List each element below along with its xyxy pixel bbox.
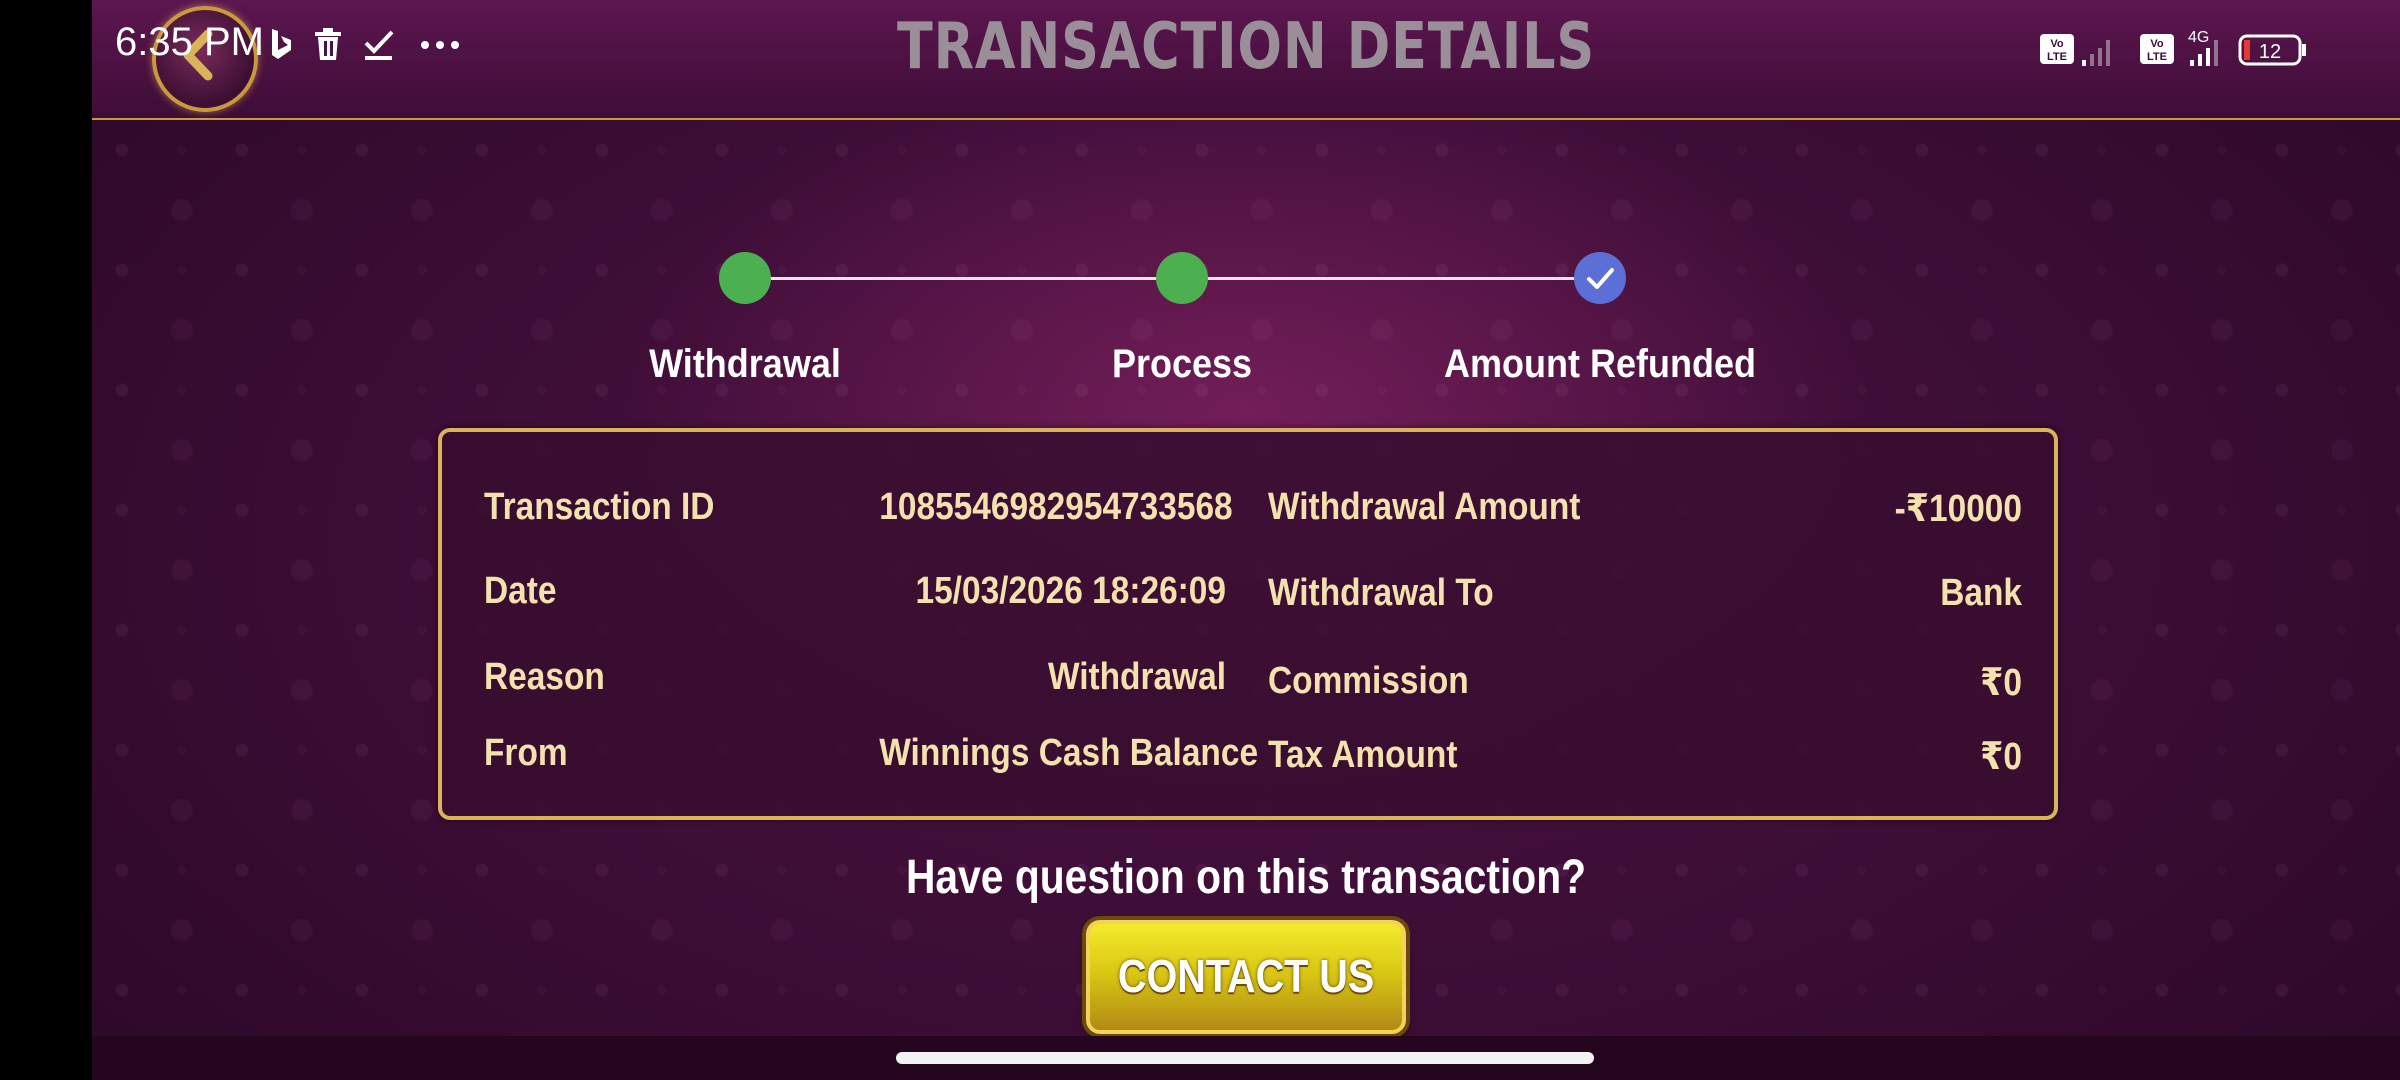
date-value: 15/03/2026 18:26:09 [915, 570, 1226, 612]
reason-value: Withdrawal [1047, 656, 1226, 698]
step-label: Process [1111, 342, 1253, 386]
check-icon [1587, 268, 1614, 289]
detail-label: Withdrawal To [1268, 572, 1494, 614]
commission-value: ₹0 [1980, 662, 2022, 704]
svg-text:12: 12 [2259, 41, 2281, 63]
status-bar: 6:35 PM Vo LTE Vo LTE 4G 12 [92, 0, 2400, 90]
help-question: Have question on this transaction? [905, 851, 1587, 904]
from-value: Winnings Cash Balance [879, 732, 1259, 774]
check-icon [364, 30, 394, 60]
signal-icon-1 [2082, 40, 2110, 66]
trash-icon [315, 28, 341, 60]
step-label: Withdrawal [649, 342, 841, 386]
detail-label: From [484, 732, 568, 774]
transaction-id-value: 1085546982954733568 [879, 486, 1233, 528]
detail-label: Commission [1268, 660, 1469, 702]
svg-text:LTE: LTE [2047, 51, 2067, 63]
status-time: 6:35 PM [115, 20, 264, 64]
app-screen: TRANSACTION DETAILS 6:35 PM Vo LTE Vo LT… [92, 0, 2400, 1080]
transaction-details-card: Transaction ID 1085546982954733568 Date … [438, 428, 2058, 820]
status-right-icons: Vo LTE Vo LTE 4G 12 [2040, 30, 2306, 66]
detail-label: Transaction ID [484, 486, 715, 528]
detail-label: Date [484, 570, 557, 612]
svg-text:LTE: LTE [2147, 51, 2167, 63]
battery-icon: 12 [2238, 34, 2306, 66]
detail-label: Tax Amount [1268, 734, 1458, 776]
detail-label: Withdrawal Amount [1268, 486, 1581, 528]
contact-us-label: CONTACT US [1117, 950, 1375, 1002]
step-label: Amount Refunded [1444, 342, 1756, 386]
svg-text:Vo: Vo [2050, 38, 2064, 50]
step-dot-withdrawal [719, 252, 771, 304]
progress-stepper: Withdrawal Process Amount Refunded [92, 250, 2400, 390]
tax-amount-value: ₹0 [1980, 736, 2022, 778]
svg-text:Vo: Vo [2150, 38, 2164, 50]
step-connector [745, 277, 1182, 280]
volte-icon: Vo LTE [2040, 34, 2074, 64]
step-dot-refunded [1574, 252, 1626, 304]
step-dot-process [1156, 252, 1208, 304]
more-icon [421, 41, 459, 49]
home-indicator[interactable] [896, 1052, 1594, 1064]
contact-us-button[interactable]: CONTACT US [1086, 920, 1406, 1034]
bing-icon [272, 29, 291, 59]
withdrawal-to-value: Bank [1940, 572, 2022, 614]
volte-icon-2: Vo LTE [2140, 34, 2174, 64]
detail-label: Reason [484, 656, 605, 698]
network-type: 4G [2188, 30, 2209, 46]
withdrawal-amount-value: -₹10000 [1894, 488, 2022, 530]
step-connector [1182, 277, 1600, 280]
